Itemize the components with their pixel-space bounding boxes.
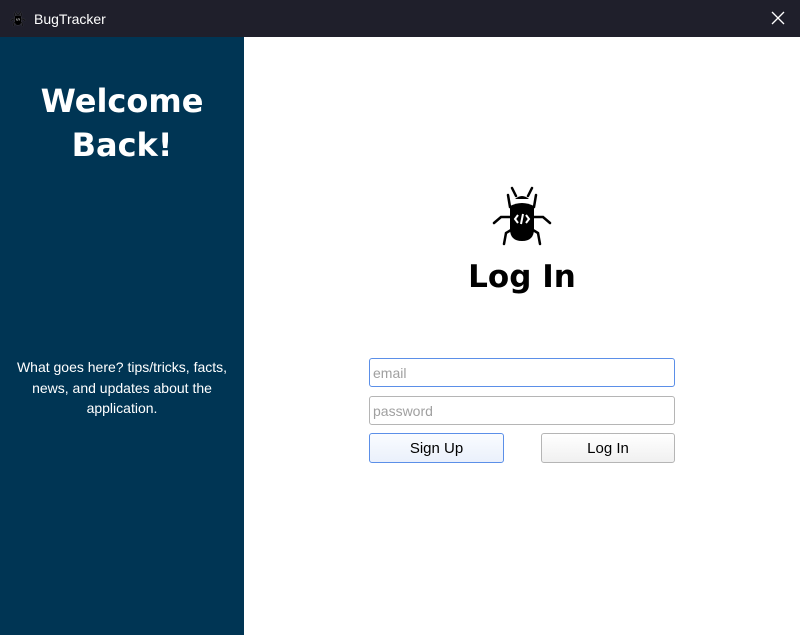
password-input[interactable]: [369, 396, 675, 425]
email-input[interactable]: [369, 358, 675, 387]
sign-up-button[interactable]: Sign Up: [369, 433, 504, 463]
login-panel: Log In Sign Up Log In: [244, 37, 800, 635]
sidebar: Welcome Back! What goes here? tips/trick…: [0, 37, 244, 635]
login-heading: Log In: [468, 259, 576, 295]
log-in-button[interactable]: Log In: [541, 433, 675, 463]
welcome-heading: Welcome Back!: [40, 82, 204, 164]
window-title: BugTracker: [34, 10, 106, 27]
sidebar-blurb: What goes here? tips/tricks, facts, news…: [16, 359, 228, 416]
bug-icon: [10, 10, 26, 26]
title-bar: BugTracker: [0, 0, 800, 37]
bug-code-icon: [492, 186, 552, 246]
close-icon[interactable]: [770, 10, 786, 26]
